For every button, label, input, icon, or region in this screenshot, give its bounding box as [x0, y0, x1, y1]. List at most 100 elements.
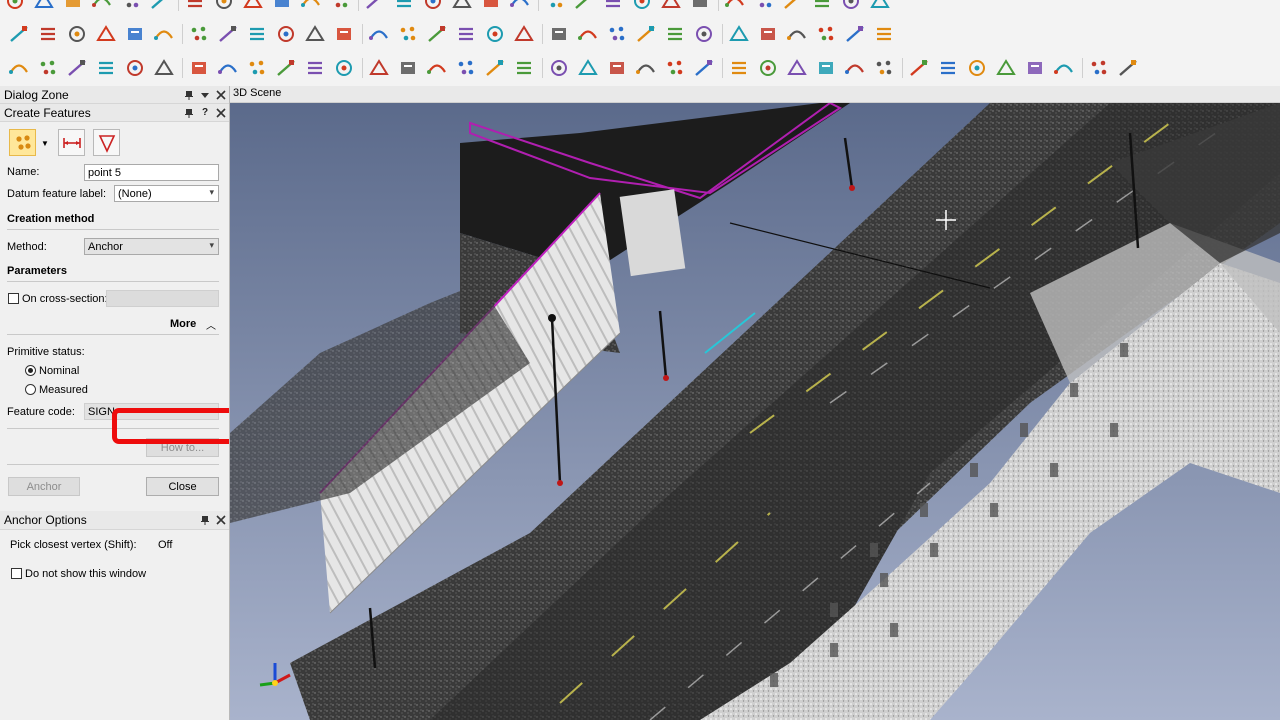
table-icon[interactable]: [300, 0, 322, 12]
datum-dropdown[interactable]: (None) ▾: [114, 185, 219, 202]
transform-icon[interactable]: [271, 0, 293, 12]
print-icon[interactable]: [602, 0, 624, 12]
stream-icon[interactable]: [1088, 57, 1110, 79]
polygon-icon[interactable]: [275, 57, 297, 79]
align-icon[interactable]: [1024, 57, 1046, 79]
filter-icon[interactable]: [393, 0, 415, 12]
offset-icon[interactable]: [368, 23, 390, 45]
pointer-icon[interactable]: [786, 23, 808, 45]
info-icon[interactable]: [869, 0, 891, 12]
ruler-icon[interactable]: [757, 23, 779, 45]
ellipse-icon[interactable]: [304, 57, 326, 79]
vertex-feature-button[interactable]: [93, 129, 120, 156]
scissor-icon[interactable]: [728, 23, 750, 45]
more-toggle[interactable]: More: [170, 318, 196, 330]
clip-icon[interactable]: [689, 0, 711, 12]
nominal-radio[interactable]: [25, 365, 36, 376]
dropdown-arrow-icon[interactable]: [197, 87, 213, 103]
move-icon[interactable]: [37, 57, 59, 79]
view-icon[interactable]: [966, 57, 988, 79]
bend-icon[interactable]: [815, 57, 837, 79]
pin-icon[interactable]: [181, 87, 197, 103]
probe-icon[interactable]: [426, 23, 448, 45]
method-dropdown[interactable]: Anchor ▾: [84, 238, 219, 255]
rectangle-icon[interactable]: [246, 57, 268, 79]
file-new-icon[interactable]: [4, 0, 26, 12]
lock-icon[interactable]: [844, 23, 866, 45]
cloud-icon[interactable]: [364, 0, 386, 12]
triangle-icon[interactable]: [577, 57, 599, 79]
mesh-icon[interactable]: [184, 0, 206, 12]
plane-fit-icon[interactable]: [188, 23, 210, 45]
node-icon[interactable]: [484, 57, 506, 79]
open-icon[interactable]: [33, 0, 55, 12]
dont-show-checkbox[interactable]: [11, 568, 22, 579]
anchor-button[interactable]: Anchor: [8, 477, 80, 496]
help-icon[interactable]: ?: [197, 105, 213, 121]
stack-icon[interactable]: [815, 23, 837, 45]
split-icon[interactable]: [275, 23, 297, 45]
circle-icon[interactable]: [153, 57, 175, 79]
3d-scene-viewport[interactable]: [230, 103, 1280, 720]
export-icon[interactable]: [509, 0, 531, 12]
contour-icon[interactable]: [66, 23, 88, 45]
list-icon[interactable]: [1053, 57, 1075, 79]
dashboard-icon[interactable]: [995, 57, 1017, 79]
pick-vertex-value[interactable]: Off: [158, 539, 172, 551]
link-icon[interactable]: [811, 0, 833, 12]
sphere-icon[interactable]: [397, 57, 419, 79]
close-icon[interactable]: [213, 105, 229, 121]
section-icon[interactable]: [397, 23, 419, 45]
binary-icon[interactable]: [693, 57, 715, 79]
layer-icon[interactable]: [635, 23, 657, 45]
camera-icon[interactable]: [149, 0, 171, 12]
pin-icon[interactable]: [197, 512, 213, 528]
line-icon[interactable]: [95, 57, 117, 79]
edit-icon[interactable]: [484, 23, 506, 45]
dimension-icon[interactable]: [548, 57, 570, 79]
flip-icon[interactable]: [873, 57, 895, 79]
fit-icon[interactable]: [753, 0, 775, 12]
spray-icon[interactable]: [66, 57, 88, 79]
box-icon[interactable]: [124, 57, 146, 79]
boundary-icon[interactable]: [724, 0, 746, 12]
bits-icon[interactable]: [242, 0, 264, 12]
corner-icon[interactable]: [153, 23, 175, 45]
measure-icon[interactable]: [544, 0, 566, 12]
paint-icon[interactable]: [664, 57, 686, 79]
help-icon[interactable]: [660, 0, 682, 12]
cube-view-icon[interactable]: [1117, 57, 1139, 79]
name-input[interactable]: point 5: [84, 164, 219, 181]
prism-icon[interactable]: [455, 57, 477, 79]
scatter-icon[interactable]: [606, 57, 628, 79]
bars-icon[interactable]: [937, 57, 959, 79]
tube-icon[interactable]: [333, 57, 355, 79]
points-icon[interactable]: [840, 0, 862, 12]
shape-icon[interactable]: [513, 23, 535, 45]
cluster-icon[interactable]: [513, 57, 535, 79]
check-icon[interactable]: [908, 57, 930, 79]
select-points-icon[interactable]: [8, 57, 30, 79]
redo-icon[interactable]: [120, 0, 142, 12]
lamp-icon[interactable]: [455, 23, 477, 45]
pin-icon[interactable]: [635, 57, 657, 79]
close-icon[interactable]: [213, 512, 229, 528]
hatch-icon[interactable]: [606, 23, 628, 45]
trim-icon[interactable]: [246, 23, 268, 45]
chevron-up-icon[interactable]: ︿: [206, 317, 216, 332]
clipboard-icon[interactable]: [664, 23, 686, 45]
cone-icon[interactable]: [368, 57, 390, 79]
cut-icon[interactable]: [213, 0, 235, 12]
arc-icon[interactable]: [188, 57, 210, 79]
extrude-icon[interactable]: [217, 23, 239, 45]
settings-icon[interactable]: [631, 0, 653, 12]
undo-icon[interactable]: [91, 0, 113, 12]
pin-icon[interactable]: [181, 105, 197, 121]
eraser-icon[interactable]: [786, 57, 808, 79]
cross-section-checkbox[interactable]: [8, 293, 19, 304]
grid-icon[interactable]: [451, 0, 473, 12]
save-icon[interactable]: [62, 0, 84, 12]
distance-feature-button[interactable]: [58, 129, 85, 156]
cylinder-icon[interactable]: [217, 57, 239, 79]
pipe-icon[interactable]: [333, 23, 355, 45]
